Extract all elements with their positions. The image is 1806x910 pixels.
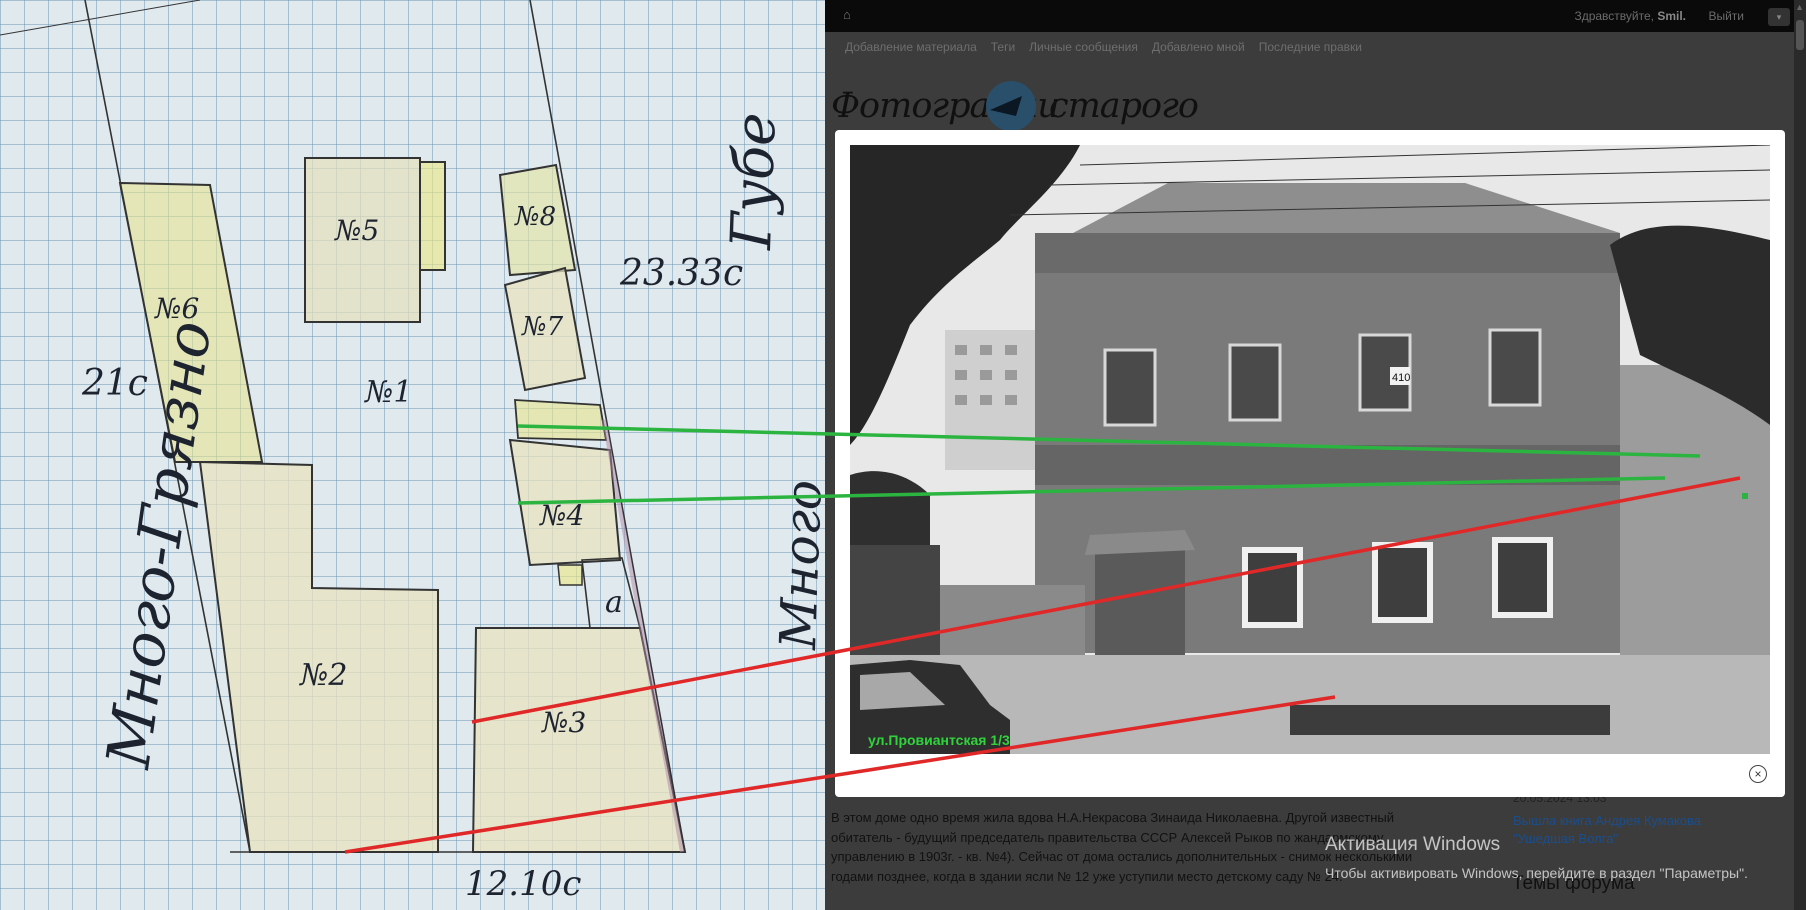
room-5-label: №5	[334, 214, 379, 247]
watermark-subtitle: Чтобы активировать Windows, перейдите в …	[1325, 865, 1748, 881]
nav-item-messages[interactable]: Личные сообщения	[1029, 40, 1138, 54]
site-logo[interactable]: Фотографии старого Саратова	[831, 76, 1291, 166]
house-number-label: 410	[1392, 372, 1410, 384]
watermark-title: Активация Windows	[1325, 834, 1501, 855]
house-photo: 410 ул.Провиантская 1/3	[850, 145, 1770, 754]
photo-lightbox: 410 ул.Провиантская 1/3 ×	[835, 130, 1785, 797]
greeting-text: Здравствуйте, Smil.	[1574, 9, 1686, 23]
measure-left-label: 21с	[81, 363, 148, 404]
room-a-label: а	[605, 585, 623, 620]
username[interactable]: Smil.	[1657, 9, 1686, 23]
nav-item-added-by-me[interactable]: Добавлено мной	[1152, 40, 1245, 54]
top-bar: ⌂ Здравствуйте, Smil. Выйти ▾	[825, 0, 1806, 32]
scroll-up-icon[interactable]: ▲	[1795, 2, 1804, 12]
chevron-down-icon[interactable]: ▾	[1768, 8, 1790, 26]
street-right-label-2: Много	[769, 479, 825, 652]
room-7-label: №7	[521, 312, 564, 342]
nav-item-tags[interactable]: Теги	[991, 40, 1015, 54]
windows-activation-watermark: Активация Windows Чтобы активировать Win…	[1325, 833, 1748, 883]
close-button[interactable]: ×	[1749, 765, 1767, 783]
scrollbar-thumb[interactable]	[1796, 20, 1804, 50]
nav-item-recent-edits[interactable]: Последние правки	[1259, 40, 1362, 54]
measure-bottom-label: 12.10с	[465, 864, 581, 904]
logo-emblem-icon	[986, 81, 1036, 131]
page-scrollbar[interactable]: ▲	[1794, 0, 1806, 910]
room-3-label: №3	[541, 706, 586, 739]
street-right-label: Губе	[719, 111, 789, 251]
room-8-label: №8	[514, 202, 556, 232]
room-3-shape	[471, 627, 687, 853]
home-icon[interactable]: ⌂	[843, 8, 857, 22]
room-4-label: №4	[539, 499, 584, 532]
main-nav: Добавление материала Теги Личные сообщен…	[845, 40, 1362, 54]
room-2-label: №2	[298, 658, 347, 693]
logout-link[interactable]: Выйти	[1708, 9, 1744, 23]
photo-caption: ул.Провиантская 1/3	[868, 732, 1010, 748]
room-2-shape	[198, 460, 439, 853]
measure-right-label: 23.33с	[619, 253, 743, 294]
floor-plan-image: №5 №6 №8 №7 №1 №4 №2 №3 а 21с 23.33с 12.…	[0, 0, 825, 910]
room-1-label: №1	[363, 375, 412, 410]
nav-item-add-material[interactable]: Добавление материала	[845, 40, 977, 54]
